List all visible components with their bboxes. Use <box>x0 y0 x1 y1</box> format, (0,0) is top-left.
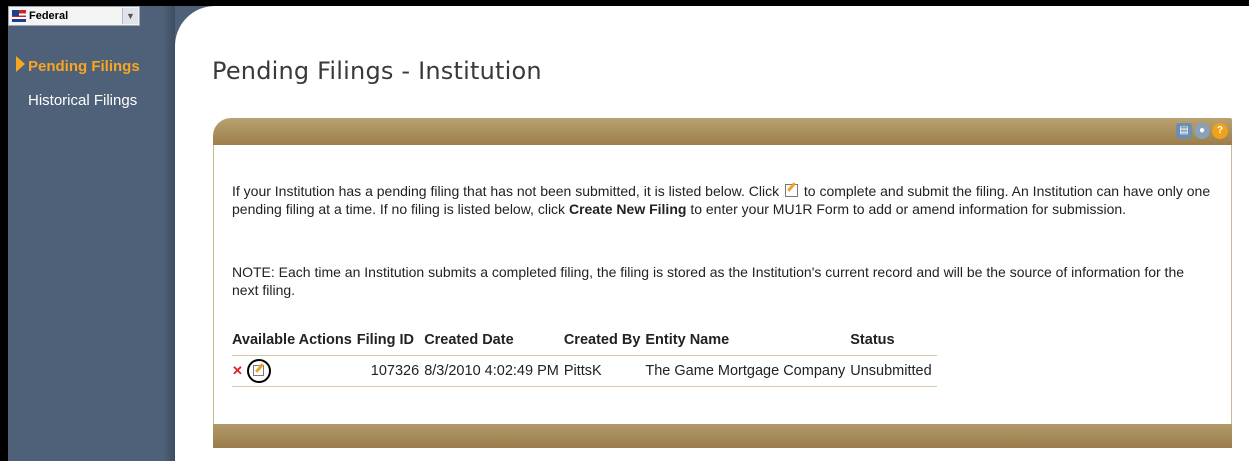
note-text: NOTE: Each time an Institution submits a… <box>232 264 1185 298</box>
print-icon[interactable]: ▤ <box>1176 123 1192 139</box>
table-header-row: Available Actions Filing ID Created Date… <box>232 329 937 356</box>
filings-panel: ▤ ● ? If your Institution has a pending … <box>213 118 1232 448</box>
help-icon[interactable]: ? <box>1212 123 1228 139</box>
panel-header: ▤ ● ? <box>213 118 1232 145</box>
table-row: ✕ 107326 8/3/2010 4:02:49 PM PittsK The … <box>232 355 937 387</box>
page-title: Pending Filings - Institution <box>212 57 542 85</box>
delete-icon[interactable]: ✕ <box>232 363 243 378</box>
sidebar-item-historical-filings[interactable]: Historical Filings <box>28 92 137 109</box>
col-filing-id: Filing ID <box>356 332 414 348</box>
intro-part1: If your Institution has a pending filing… <box>232 183 780 199</box>
sidebar-item-pending-filings[interactable]: Pending Filings <box>28 58 140 75</box>
active-arrow-icon <box>16 56 25 72</box>
status-cell: Unsubmitted <box>850 355 937 387</box>
jurisdiction-select[interactable]: Federal ▼ <box>8 6 140 26</box>
edit-button[interactable] <box>246 359 271 383</box>
edit-icon <box>784 184 798 197</box>
sidebar: Federal ▼ Pending Filings Historical Fil… <box>8 6 175 461</box>
intro-part3: to enter your MU1R Form to add or amend … <box>690 201 1127 217</box>
created-by-cell: PittsK <box>563 355 646 387</box>
window-frame-left <box>0 0 8 461</box>
panel-header-icons: ▤ ● ? <box>1176 123 1228 139</box>
create-new-filing-link[interactable]: Create New Filing <box>569 201 686 217</box>
col-entity-name: Entity Name <box>645 332 730 348</box>
content-corner <box>175 6 235 46</box>
us-flag-icon <box>12 10 26 22</box>
col-status: Status <box>850 332 895 348</box>
col-available-actions: Available Actions <box>232 332 352 348</box>
created-date-cell: 8/3/2010 4:02:49 PM <box>424 355 564 387</box>
col-created-date: Created Date <box>424 332 514 348</box>
sidebar-shade <box>163 6 175 461</box>
jurisdiction-label: Federal <box>29 10 69 22</box>
entity-name-cell: The Game Mortgage Company <box>645 355 851 387</box>
filing-id-cell: 107326 <box>356 355 425 387</box>
filings-table: Available Actions Filing ID Created Date… <box>232 329 937 387</box>
user-icon[interactable]: ● <box>1194 123 1210 139</box>
actions-cell: ✕ <box>232 355 357 387</box>
intro-text: If your Institution has a pending filing… <box>232 182 1212 218</box>
panel-body: If your Institution has a pending filing… <box>213 145 1232 424</box>
edit-icon <box>252 365 264 376</box>
chevron-down-icon[interactable]: ▼ <box>122 8 138 24</box>
panel-footer <box>213 424 1232 448</box>
col-created-by: Created By <box>563 332 641 348</box>
